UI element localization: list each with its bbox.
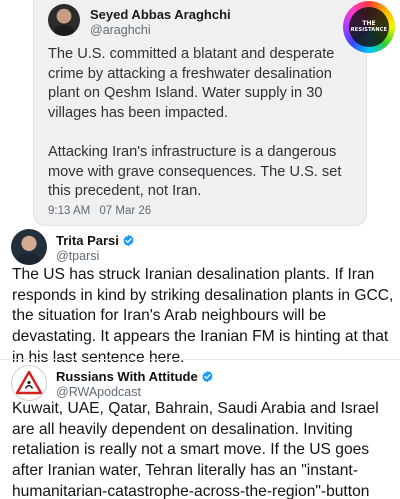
resistance-logo: THE RESISTANCE <box>343 1 395 53</box>
quoted-tweet-timestamp[interactable]: 9:13 AM 07 Mar 26 <box>48 205 151 217</box>
tweet-author-name[interactable]: Russians With Attitude <box>56 369 214 384</box>
quoted-tweet-card[interactable]: Seyed Abbas Araghchi @araghchi The U.S. … <box>33 0 367 226</box>
tweet-text: The US has struck Iranian desalination p… <box>12 266 394 366</box>
tweet-author-handle[interactable]: @tparsi <box>56 249 99 263</box>
rwa-logo-icon <box>15 370 43 395</box>
quoted-tweet-time: 9:13 AM <box>48 205 91 217</box>
verified-badge-icon <box>202 370 213 383</box>
araghchi-avatar[interactable] <box>48 4 80 36</box>
quoted-tweet-date: 07 Mar 26 <box>99 205 152 217</box>
tweet-author-name[interactable]: Trita Parsi <box>56 233 135 248</box>
quoted-tweet-author-name[interactable]: Seyed Abbas Araghchi <box>90 7 231 22</box>
tweet-author-name-text: Trita Parsi <box>56 233 119 248</box>
quoted-tweet-author-handle[interactable]: @araghchi <box>90 23 151 37</box>
tweet-divider <box>0 359 400 360</box>
quoted-tweet-text: The U.S. committed a blatant and despera… <box>48 46 342 200</box>
trita-parsi-avatar[interactable] <box>11 229 47 265</box>
rwa-avatar[interactable] <box>11 365 47 401</box>
verified-badge-icon <box>123 234 134 247</box>
badge-line-1: THE <box>362 20 376 27</box>
tweet-text: Kuwait, UAE, Qatar, Bahrain, Saudi Arabi… <box>12 400 379 499</box>
tweet-author-name-text: Russians With Attitude <box>56 369 198 384</box>
badge-line-2: RESISTANCE <box>350 27 388 33</box>
resistance-logo-inner: THE RESISTANCE <box>349 7 389 47</box>
tweet-author-handle[interactable]: @RWApodcast <box>56 385 141 399</box>
